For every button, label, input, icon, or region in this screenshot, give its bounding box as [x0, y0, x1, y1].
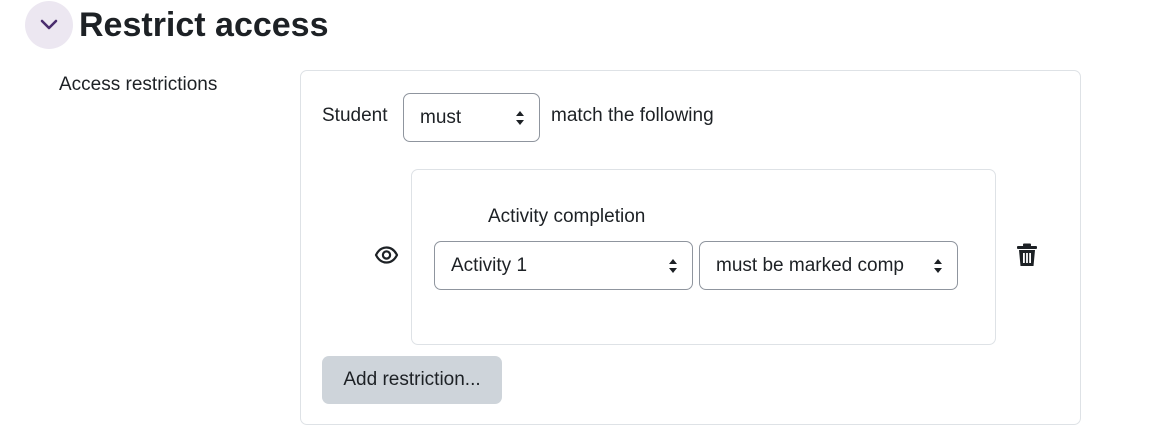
section-title: Restrict access	[79, 6, 329, 44]
eye-icon[interactable]	[374, 243, 399, 267]
select-arrows-icon	[669, 258, 677, 273]
restrict-access-section: Restrict access Access restrictions Stud…	[0, 0, 1165, 443]
student-label: Student	[322, 105, 388, 126]
add-restriction-button[interactable]: Add restriction...	[322, 356, 502, 404]
access-restrictions-label: Access restrictions	[59, 74, 218, 95]
completion-status-value: must be marked comp	[716, 254, 904, 276]
activity-select-value: Activity 1	[451, 254, 528, 276]
activity-completion-label: Activity completion	[488, 206, 646, 227]
select-arrows-icon	[934, 258, 942, 273]
select-arrows-icon	[516, 110, 524, 125]
completion-status-select[interactable]: must be marked comp	[699, 241, 958, 290]
chevron-down-icon	[40, 19, 58, 30]
must-select[interactable]: must	[403, 93, 540, 142]
match-following-label: match the following	[551, 105, 714, 126]
collapse-toggle-button[interactable]	[25, 1, 73, 49]
trash-icon[interactable]	[1016, 243, 1038, 267]
must-select-value: must	[420, 106, 462, 128]
activity-select[interactable]: Activity 1	[434, 241, 693, 290]
